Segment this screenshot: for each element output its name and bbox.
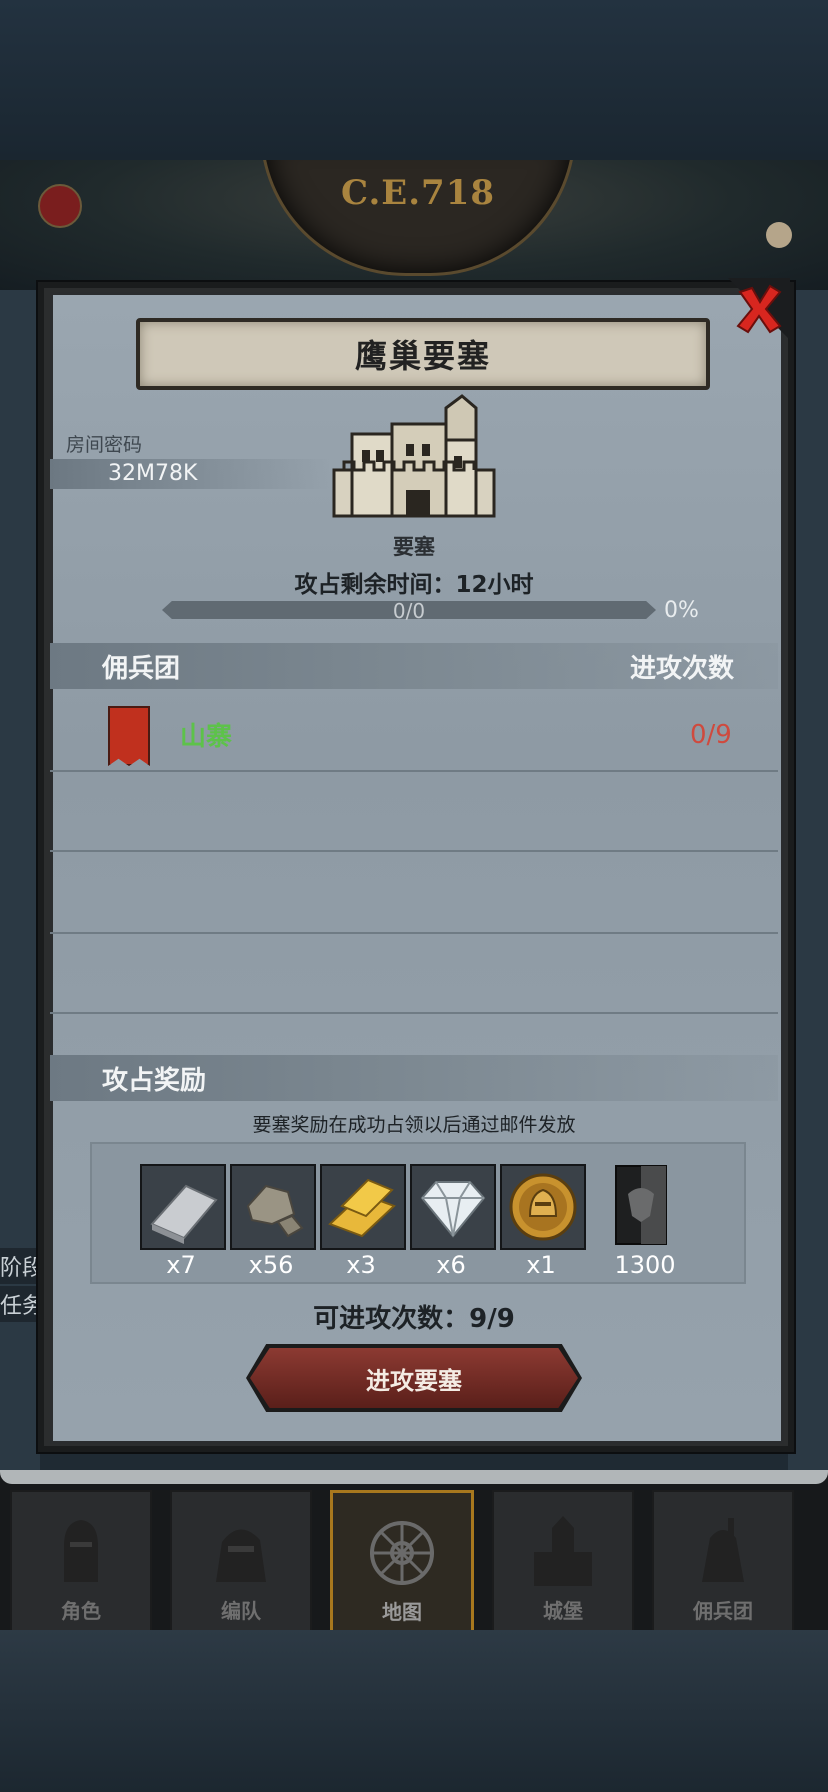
tab-label: 编队 <box>221 1599 261 1623</box>
fortress-icon <box>332 394 496 518</box>
guild-attack-count: 0/9 <box>690 720 732 750</box>
rewards-title: 攻占奖励 <box>102 1066 207 1096</box>
knight-helmet-icon <box>64 1520 98 1582</box>
attack-fortress-button[interactable]: 进攻要塞 <box>250 1348 578 1408</box>
ornament-icon <box>38 184 82 228</box>
reward-count: x1 <box>526 1251 556 1279</box>
tab-label: 地图 <box>382 1600 422 1624</box>
row-divider <box>50 1012 778 1014</box>
row-divider <box>50 932 778 934</box>
close-icon[interactable] <box>732 282 786 336</box>
reward-count: x7 <box>166 1251 196 1279</box>
bell-icon <box>766 222 792 248</box>
reward-slot[interactable] <box>500 1164 586 1250</box>
row-divider <box>50 850 778 852</box>
row-divider <box>50 770 778 772</box>
year-badge: C.E.718 <box>260 160 576 276</box>
reward-slot[interactable] <box>140 1164 226 1250</box>
guild-banner-icon <box>108 706 150 766</box>
tab-label: 城堡 <box>543 1599 583 1623</box>
reward-slot[interactable] <box>614 1164 668 1246</box>
capture-progress-percent: 0% <box>664 598 699 623</box>
iron-ingot-icon <box>142 1166 224 1248</box>
knight-medal-icon <box>502 1166 584 1248</box>
tab-mercenary[interactable]: 佣兵团 <box>652 1490 794 1632</box>
compass-icon <box>370 1521 434 1585</box>
room-code-value[interactable]: 32M78K <box>108 461 197 486</box>
reward-slot[interactable] <box>230 1164 316 1250</box>
rewards-note: 要塞奖励在成功占领以后通过邮件发放 <box>252 1114 576 1136</box>
gold-bar-icon <box>322 1166 404 1248</box>
tab-label: 佣兵团 <box>693 1599 753 1623</box>
bottom-background <box>0 1630 828 1792</box>
year-text: C.E.718 <box>340 173 496 213</box>
reward-count: x6 <box>436 1251 466 1279</box>
header-decoration: C.E.718 <box>0 160 828 290</box>
snow-decoration <box>0 1470 828 1484</box>
dialog-title: 鹰巢要塞 <box>354 337 491 375</box>
reward-count: x3 <box>346 1251 376 1279</box>
tab-castle[interactable]: 城堡 <box>492 1490 634 1632</box>
room-code-label: 房间密码 <box>66 434 143 456</box>
tab-formation[interactable]: 编队 <box>170 1490 312 1632</box>
reward-count: 1300 <box>614 1251 676 1279</box>
tab-label: 角色 <box>61 1599 101 1623</box>
castle-icon <box>534 1516 592 1586</box>
top-status-band <box>0 0 828 160</box>
capture-timer: 攻占剩余时间：12小时 <box>294 572 534 598</box>
guild-banner-icon <box>615 1165 667 1245</box>
reward-slot[interactable] <box>410 1164 496 1250</box>
column-mercenary: 佣兵团 <box>102 654 181 684</box>
reward-count: x56 <box>248 1251 294 1279</box>
mercenary-icon <box>702 1518 744 1582</box>
remaining-attempts: 可进攻次数：9/9 <box>313 1304 515 1334</box>
tab-character[interactable]: 角色 <box>10 1490 152 1632</box>
stone-ore-icon <box>232 1166 314 1248</box>
close-button[interactable] <box>728 278 790 340</box>
guild-name[interactable]: 山寨 <box>180 716 232 753</box>
column-attack-count: 进攻次数 <box>630 654 735 684</box>
reward-slot[interactable] <box>320 1164 406 1250</box>
dialog-title-plate: 鹰巢要塞 <box>136 318 710 390</box>
tab-map[interactable]: 地图 <box>330 1490 474 1634</box>
formation-icon <box>216 1529 266 1582</box>
diamond-icon <box>412 1166 494 1248</box>
fortress-label: 要塞 <box>393 535 435 559</box>
capture-progress-text: 0/0 <box>392 599 426 623</box>
